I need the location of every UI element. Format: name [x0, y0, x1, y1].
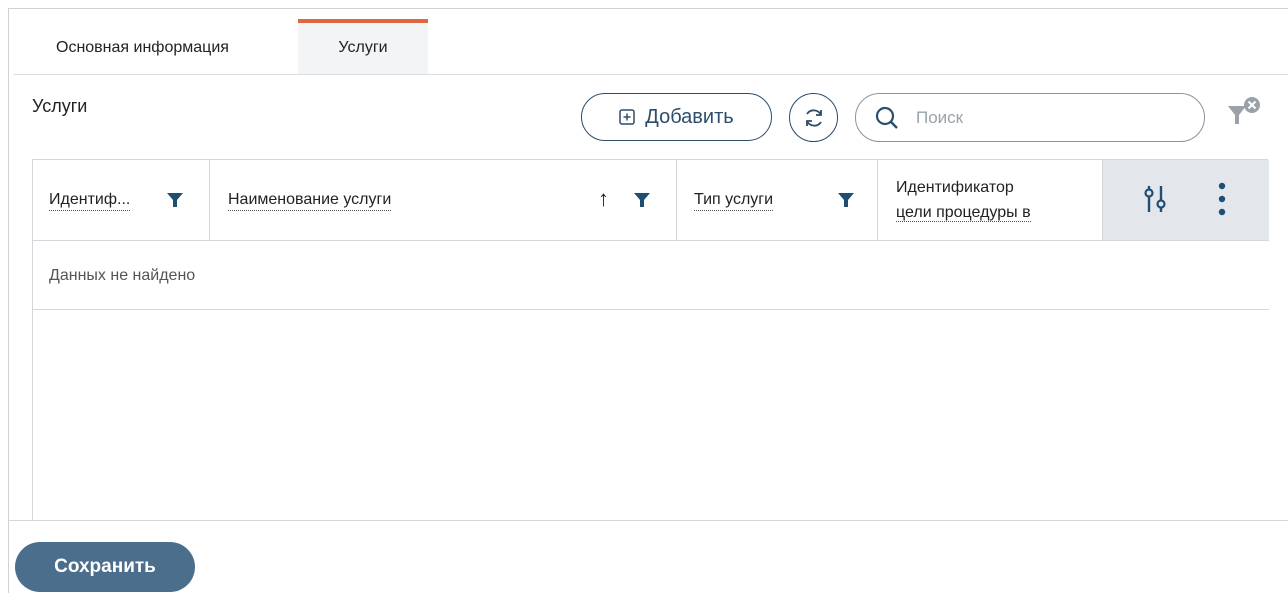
- search-icon: [874, 105, 900, 131]
- tab-divider: [14, 74, 1288, 75]
- search-input[interactable]: [914, 106, 1178, 129]
- filter-icon[interactable]: [166, 191, 184, 209]
- column-header-label: Идентиф...: [49, 190, 131, 211]
- add-square-icon: [619, 109, 636, 125]
- services-table: Идентиф... Наименование услуги ↑ Тип усл…: [32, 159, 1269, 521]
- table-header: Идентиф... Наименование услуги ↑ Тип усл…: [33, 160, 1269, 241]
- column-header-label-line2: цели процедуры в: [896, 204, 1031, 222]
- column-tools: [1103, 160, 1269, 240]
- column-header-label-line1: Идентификатор: [896, 179, 1014, 196]
- column-header-procedure-id[interactable]: Идентификатор цели процедуры в: [878, 160, 1103, 240]
- column-header-label: Наименование услуги: [228, 190, 392, 211]
- column-header-label: Тип услуги: [694, 190, 774, 211]
- footer-divider: [8, 520, 1288, 521]
- tab-bar: Основная информация Услуги: [8, 19, 1288, 75]
- filter-icon[interactable]: [633, 191, 651, 209]
- add-button[interactable]: Добавить: [581, 93, 772, 141]
- column-settings-icon[interactable]: [1141, 183, 1169, 215]
- column-header-name[interactable]: Наименование услуги ↑: [210, 160, 677, 240]
- refresh-button[interactable]: [789, 93, 838, 142]
- more-options-icon[interactable]: [1217, 181, 1227, 217]
- column-header-label: Идентификатор цели процедуры в: [896, 175, 1031, 225]
- save-button[interactable]: Сохранить: [15, 542, 195, 592]
- tab-services[interactable]: Услуги: [298, 19, 428, 74]
- empty-state-row: Данных не найдено: [33, 241, 1269, 310]
- add-button-label: Добавить: [645, 105, 734, 128]
- column-header-type[interactable]: Тип услуги: [677, 160, 878, 240]
- refresh-icon: [805, 108, 822, 127]
- section-title: Услуги: [32, 96, 88, 116]
- sort-ascending-icon[interactable]: ↑: [598, 186, 609, 212]
- filter-clear-icon: [1228, 97, 1260, 124]
- tab-main-info[interactable]: Основная информация: [34, 19, 274, 74]
- search-box: [855, 93, 1205, 142]
- column-header-id[interactable]: Идентиф...: [33, 160, 210, 240]
- clear-filter-button[interactable]: [1226, 96, 1266, 132]
- filter-icon[interactable]: [837, 191, 855, 209]
